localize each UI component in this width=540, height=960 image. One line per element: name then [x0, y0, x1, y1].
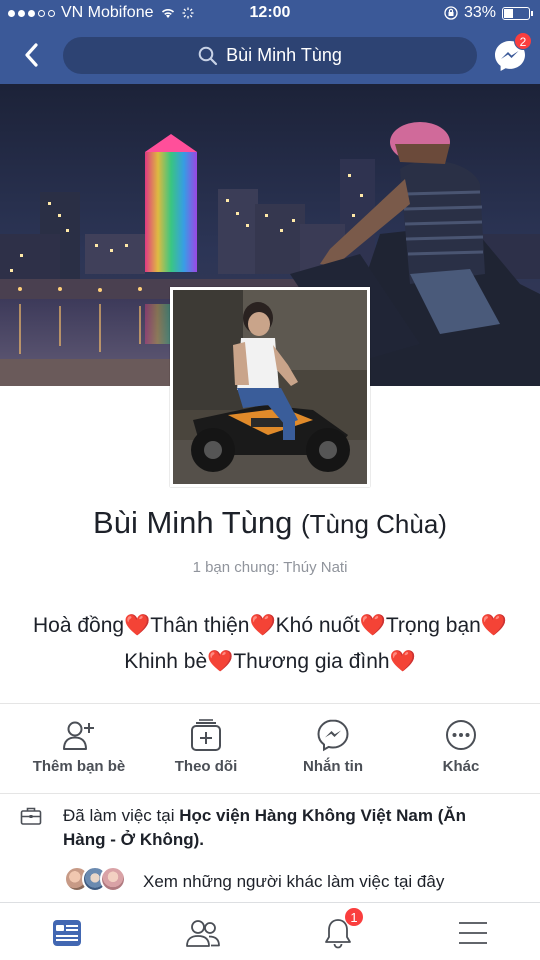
hamburger-menu-icon	[459, 922, 487, 944]
messenger-badge: 2	[514, 32, 532, 50]
messenger-button[interactable]: 2	[492, 32, 532, 74]
profile-name: Bùi Minh Tùng (Tùng Chùa)	[0, 505, 540, 541]
follow-button[interactable]: Theo dõi	[141, 712, 271, 775]
bio-line-1: Hoà đồng❤️Thân thiện❤️Khó nuốt❤️Trọng bạ…	[33, 614, 507, 637]
add-friend-label: Thêm bạn bè	[32, 758, 126, 775]
divider	[0, 793, 540, 794]
follow-icon	[191, 719, 221, 751]
briefcase-icon	[20, 806, 42, 831]
bottom-tab-bar: 1	[0, 902, 540, 960]
tab-news-feed[interactable]	[47, 913, 87, 953]
add-friend-button[interactable]: Thêm bạn bè	[14, 712, 144, 775]
search-icon	[198, 46, 218, 65]
tab-notifications[interactable]: 1	[318, 907, 364, 953]
bio-line-2: Khinh bè❤️Thương gia đình❤️	[124, 650, 416, 673]
chevron-left-icon	[25, 43, 38, 67]
divider	[0, 703, 540, 704]
tab-friend-requests[interactable]	[183, 913, 223, 953]
heart-icon: ❤️	[207, 650, 234, 673]
orientation-lock-icon	[444, 6, 458, 20]
follow-label: Theo dõi	[174, 758, 238, 775]
message-label: Nhắn tin	[303, 758, 363, 775]
bio: Hoà đồng❤️Thân thiện❤️Khó nuốt❤️Trọng bạ…	[0, 608, 540, 680]
battery-icon	[502, 6, 533, 20]
battery-percentage: 33%	[463, 4, 496, 21]
profile-picture[interactable]	[170, 287, 370, 487]
news-feed-icon	[53, 920, 81, 946]
avatar	[100, 866, 126, 892]
notifications-badge: 1	[344, 907, 364, 927]
profile-picture-image	[173, 290, 367, 484]
status-bar: VN Mobifone 12:00 33%	[0, 0, 540, 28]
top-navigation-bar: VN Mobifone 12:00 33% Bùi Minh Tùng 2	[0, 0, 540, 84]
heart-icon: ❤️	[249, 614, 276, 637]
more-label: Khác	[442, 758, 480, 775]
add-friend-icon	[63, 721, 94, 750]
search-text: Bùi Minh Tùng	[226, 45, 342, 65]
tab-menu[interactable]	[453, 913, 493, 953]
message-button[interactable]: Nhắn tin	[268, 712, 398, 775]
heart-icon: ❤️	[359, 614, 386, 637]
work-prefix: Đã làm việc tại	[63, 806, 180, 825]
back-button[interactable]	[18, 40, 44, 70]
search-field[interactable]: Bùi Minh Tùng	[63, 37, 477, 74]
profile-actions: Thêm bạn bè Theo dõi Nhắn tin Khác	[0, 712, 540, 792]
full-name: Bùi Minh Tùng	[93, 505, 293, 540]
heart-icon: ❤️	[124, 614, 151, 637]
more-options-icon	[446, 720, 476, 750]
nickname: (Tùng Chùa)	[300, 509, 447, 539]
messenger-icon	[317, 719, 349, 752]
coworker-avatars[interactable]	[64, 866, 126, 892]
more-button[interactable]: Khác	[396, 712, 526, 775]
work-text: Đã làm việc tại Học viện Hàng Không Việt…	[63, 804, 503, 852]
heart-icon: ❤️	[480, 614, 507, 637]
friends-icon	[186, 920, 220, 947]
mutual-friends[interactable]: 1 bạn chung: Thúy Nati	[0, 559, 540, 576]
heart-icon: ❤️	[389, 650, 416, 673]
coworkers-link[interactable]: Xem những người khác làm việc tại đây	[143, 872, 444, 892]
